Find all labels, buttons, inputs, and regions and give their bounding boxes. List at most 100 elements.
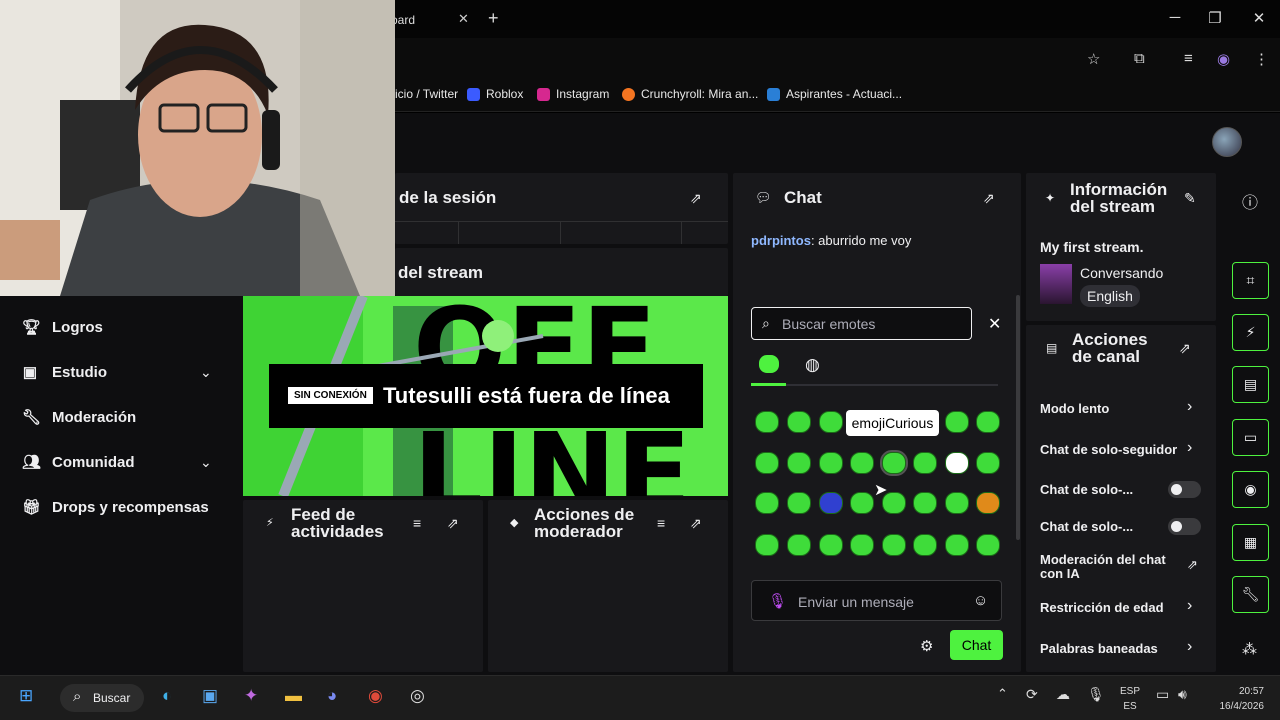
browser-tab-active[interactable]: oard ✕ bbox=[385, 0, 478, 38]
emote[interactable] bbox=[850, 492, 874, 514]
microphone-tray-icon[interactable]: 🎙︎ bbox=[1087, 686, 1105, 703]
chat-icon[interactable]: ▭ bbox=[1232, 419, 1269, 456]
display-icon[interactable]: ▭ bbox=[1156, 686, 1169, 703]
emote[interactable] bbox=[850, 452, 874, 474]
filter-icon[interactable]: ≡ bbox=[657, 515, 665, 531]
close-tab-icon[interactable]: ✕ bbox=[458, 11, 469, 27]
bookmark-instagram[interactable]: Instagram bbox=[537, 87, 609, 101]
globe-icon[interactable]: ◍ bbox=[805, 355, 820, 375]
emote[interactable] bbox=[850, 534, 874, 556]
emote[interactable] bbox=[819, 492, 843, 514]
action-age-restriction[interactable]: Restricción de edad bbox=[1040, 600, 1164, 615]
user-avatar[interactable] bbox=[1212, 127, 1242, 157]
emote-hovered[interactable] bbox=[880, 450, 908, 476]
file-explorer-icon[interactable]: ▬ bbox=[285, 686, 302, 706]
lightning-icon[interactable]: ⚡︎ bbox=[1232, 314, 1269, 351]
emote-search-input[interactable]: ⌕ Buscar emotes bbox=[751, 307, 972, 340]
volume-icon[interactable]: 🔊︎ bbox=[1178, 686, 1187, 703]
popout-icon[interactable]: ⇗ bbox=[983, 190, 995, 207]
popout-icon[interactable]: ⇗ bbox=[447, 515, 459, 532]
chrome-icon[interactable]: ◉ bbox=[368, 686, 383, 706]
sync-icon[interactable]: ⟳ bbox=[1026, 686, 1038, 703]
chat-input[interactable]: 🎙︎ Enviar un mensaje ☺ bbox=[751, 580, 1002, 621]
bookmark-star-icon[interactable]: ☆ bbox=[1087, 50, 1100, 68]
emote[interactable] bbox=[945, 492, 969, 514]
shortcuts-icon[interactable]: ⁂ bbox=[1242, 640, 1257, 658]
edit-pencil-icon[interactable]: ✎ bbox=[1184, 190, 1196, 207]
chevron-right-icon[interactable]: › bbox=[1187, 439, 1192, 457]
media-icon[interactable]: ≡ bbox=[1184, 50, 1193, 67]
tray-chevron-up-icon[interactable]: ⌃ bbox=[997, 686, 1008, 702]
obs-icon[interactable]: ◎ bbox=[410, 686, 425, 706]
bookmark-crunchyroll[interactable]: Crunchyroll: Mira an... bbox=[622, 87, 758, 101]
gear-icon[interactable]: ⚙︎ bbox=[920, 637, 933, 655]
emote[interactable] bbox=[913, 492, 937, 514]
profile-icon[interactable]: ◉ bbox=[1217, 50, 1230, 68]
popout-icon[interactable]: ⇗ bbox=[690, 515, 702, 532]
action-banned-words[interactable]: Palabras baneadas bbox=[1040, 641, 1158, 656]
emote[interactable] bbox=[755, 534, 779, 556]
category-name[interactable]: Conversando bbox=[1080, 265, 1163, 281]
category-thumbnail[interactable] bbox=[1040, 264, 1072, 304]
close-icon[interactable]: ✕ bbox=[988, 314, 1001, 334]
address-bar[interactable] bbox=[395, 38, 1280, 78]
chevron-right-icon[interactable]: › bbox=[1187, 398, 1192, 416]
emote[interactable] bbox=[945, 411, 969, 433]
popout-icon[interactable]: ⇗ bbox=[690, 190, 702, 207]
bookmark-roblox[interactable]: Roblox bbox=[467, 87, 523, 101]
chat-send-button[interactable]: Chat bbox=[950, 630, 1003, 660]
emote[interactable] bbox=[913, 534, 937, 556]
emote[interactable] bbox=[819, 411, 843, 433]
emote[interactable] bbox=[755, 492, 779, 514]
action-followers-only[interactable]: Chat de solo-seguidor bbox=[1040, 442, 1182, 457]
window-close-icon[interactable]: ✕ bbox=[1247, 9, 1271, 27]
bookmark-aspirantes[interactable]: Aspirantes - Actuaci... bbox=[767, 87, 902, 101]
document-icon[interactable]: ▤ bbox=[1232, 366, 1269, 403]
emote[interactable] bbox=[976, 492, 1000, 514]
emote[interactable] bbox=[787, 452, 811, 474]
nav-item-moderacion[interactable]: 🔧︎ Moderación bbox=[22, 408, 136, 427]
chevron-down-icon[interactable]: ⌄ bbox=[200, 364, 212, 381]
emote[interactable] bbox=[819, 452, 843, 474]
chat-username[interactable]: pdrpintos bbox=[751, 233, 811, 248]
subs-only-toggle[interactable] bbox=[1168, 481, 1201, 498]
chevron-down-icon[interactable]: ⌄ bbox=[200, 454, 212, 471]
emote[interactable] bbox=[755, 452, 779, 474]
clock[interactable]: 20:57 16/4/2026 bbox=[1210, 684, 1265, 714]
emote[interactable] bbox=[787, 534, 811, 556]
chat-scrollbar[interactable] bbox=[1016, 295, 1020, 540]
copilot-icon[interactable]: ✦ bbox=[244, 686, 258, 706]
layout-icon[interactable]: ▦ bbox=[1232, 524, 1269, 561]
chevron-right-icon[interactable]: › bbox=[1187, 597, 1192, 615]
info-icon[interactable]: ⓘ bbox=[1242, 189, 1258, 213]
taskbar-search[interactable]: ⌕ Buscar bbox=[60, 684, 144, 712]
external-link-icon[interactable]: ⇗ bbox=[1187, 557, 1198, 573]
emote[interactable] bbox=[787, 411, 811, 433]
channel-emotes-tab-icon[interactable] bbox=[759, 355, 779, 373]
browser-menu-icon[interactable]: ⋮ bbox=[1254, 50, 1269, 68]
extensions-icon[interactable]: ⧉ bbox=[1134, 50, 1145, 67]
emote[interactable] bbox=[976, 452, 1000, 474]
discord-icon[interactable]: ◕ bbox=[327, 686, 337, 706]
emote[interactable] bbox=[976, 534, 1000, 556]
emote[interactable] bbox=[945, 452, 969, 474]
nav-item-drops[interactable]: 🎁︎ Drops y recompensas bbox=[22, 498, 209, 517]
nav-item-estudio[interactable]: ▣ Estudio bbox=[22, 363, 107, 382]
action-ai-moderation-line1[interactable]: Moderación del chat bbox=[1040, 552, 1166, 567]
minimize-icon[interactable]: ─ bbox=[1163, 9, 1187, 26]
onedrive-icon[interactable]: ☁︎ bbox=[1056, 686, 1070, 703]
language-indicator[interactable]: ESP ES bbox=[1120, 684, 1140, 714]
action-ai-moderation-line2[interactable]: con IA bbox=[1040, 566, 1080, 581]
emote[interactable] bbox=[787, 492, 811, 514]
bookmark-twitter[interactable]: icio / Twitter bbox=[395, 87, 458, 101]
microphone-icon[interactable]: 🎙︎ bbox=[768, 592, 787, 610]
language-tag[interactable]: English bbox=[1080, 285, 1140, 307]
store-icon[interactable]: ▣ bbox=[202, 686, 218, 706]
emote[interactable] bbox=[755, 411, 779, 433]
action-slow-mode[interactable]: Modo lento bbox=[1040, 401, 1109, 416]
clip-icon[interactable]: ⌗ bbox=[1232, 262, 1269, 299]
emote[interactable] bbox=[913, 452, 937, 474]
windows-start-icon[interactable]: ⊞ bbox=[19, 686, 33, 706]
emote-only-toggle[interactable] bbox=[1168, 518, 1201, 535]
broadcast-icon[interactable]: ◉ bbox=[1232, 471, 1269, 508]
